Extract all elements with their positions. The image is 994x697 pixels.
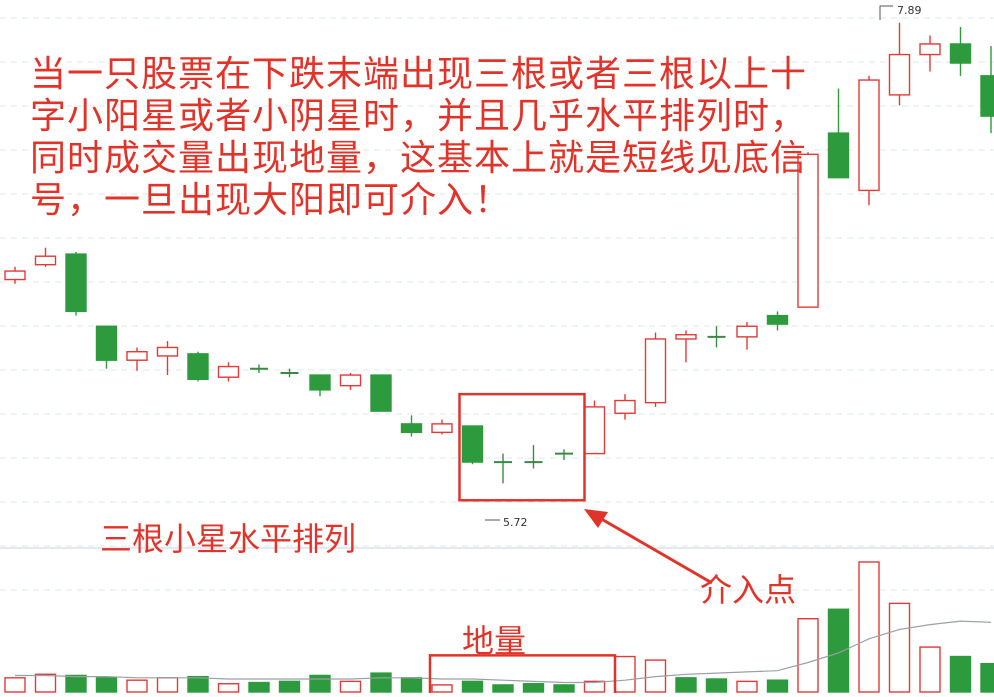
volume-bar [248, 681, 270, 693]
volume-bar [705, 678, 728, 693]
candle-body [583, 406, 606, 455]
candle-body [187, 353, 209, 381]
volume-bar [614, 655, 636, 693]
candle-body [858, 79, 880, 192]
volume-bar [797, 618, 819, 693]
volume-bar [980, 662, 994, 693]
volume-bar [95, 677, 118, 693]
volume-bar [65, 674, 87, 693]
candle-body [339, 374, 362, 387]
candle-body [217, 365, 240, 378]
volume-bar [126, 679, 148, 693]
volume-bar [522, 683, 545, 693]
candle-body [126, 351, 148, 361]
candle-body [766, 314, 789, 325]
candle-body [370, 374, 392, 412]
candle-body [309, 374, 331, 391]
volume-bar [888, 602, 911, 693]
low-price-label: 5.72 [503, 516, 528, 529]
candle-body [156, 346, 179, 357]
volume-bar [919, 646, 941, 693]
candle-body [400, 423, 423, 434]
volume-bar [858, 561, 880, 693]
volume-bar [34, 673, 57, 693]
candle-body [614, 399, 636, 414]
volume-bar [431, 684, 453, 693]
volume-bar [309, 674, 331, 693]
candle-body [675, 334, 697, 340]
candle-body [4, 270, 26, 281]
high-price-label: 7.89 [897, 4, 922, 17]
volume-bar [370, 672, 392, 693]
annotation-entry-point: 介入点 [700, 571, 797, 609]
volume-bar [4, 677, 26, 693]
candle-body [736, 325, 758, 338]
volume-bar [736, 680, 758, 693]
candle-body [949, 43, 972, 64]
candle-body [827, 132, 850, 179]
annotation-main-text: 当一只股票在下跌末端出现三根或者三根以上十字小阳星或者小阴星时，并且几乎水平排列… [30, 54, 808, 221]
candle-body [431, 423, 453, 434]
candle-body [34, 255, 57, 266]
candle-body [461, 425, 484, 463]
candle-body [888, 53, 911, 96]
volume-bar [156, 677, 179, 693]
candle-body [95, 325, 118, 361]
entry-arrow-head [584, 509, 608, 528]
entry-arrow-line [597, 515, 713, 585]
chart-stage: 7.89 5.72 当一只股票在下跌末端出现三根或者三根以上十字小阳星或者小阴星… [0, 0, 994, 697]
candle-body [980, 75, 994, 117]
volume-bar [766, 679, 789, 693]
annotation-ground-volume: 地量 [462, 622, 527, 660]
candle-body [65, 253, 87, 313]
volume-bar [675, 677, 697, 693]
volume-bar [492, 684, 514, 693]
candle-body [644, 338, 667, 404]
volume-bar [461, 680, 484, 693]
volume-bar [187, 675, 209, 693]
volume-bar [553, 684, 575, 693]
candle-body [919, 43, 941, 56]
volume-bar [400, 677, 423, 693]
volume-bar [217, 683, 240, 693]
volume-bar [827, 608, 850, 693]
annotation-three-stars: 三根小星水平排列 [100, 520, 357, 558]
volume-bar [949, 655, 972, 693]
volume-bar [278, 680, 301, 693]
volume-bar [339, 680, 362, 693]
